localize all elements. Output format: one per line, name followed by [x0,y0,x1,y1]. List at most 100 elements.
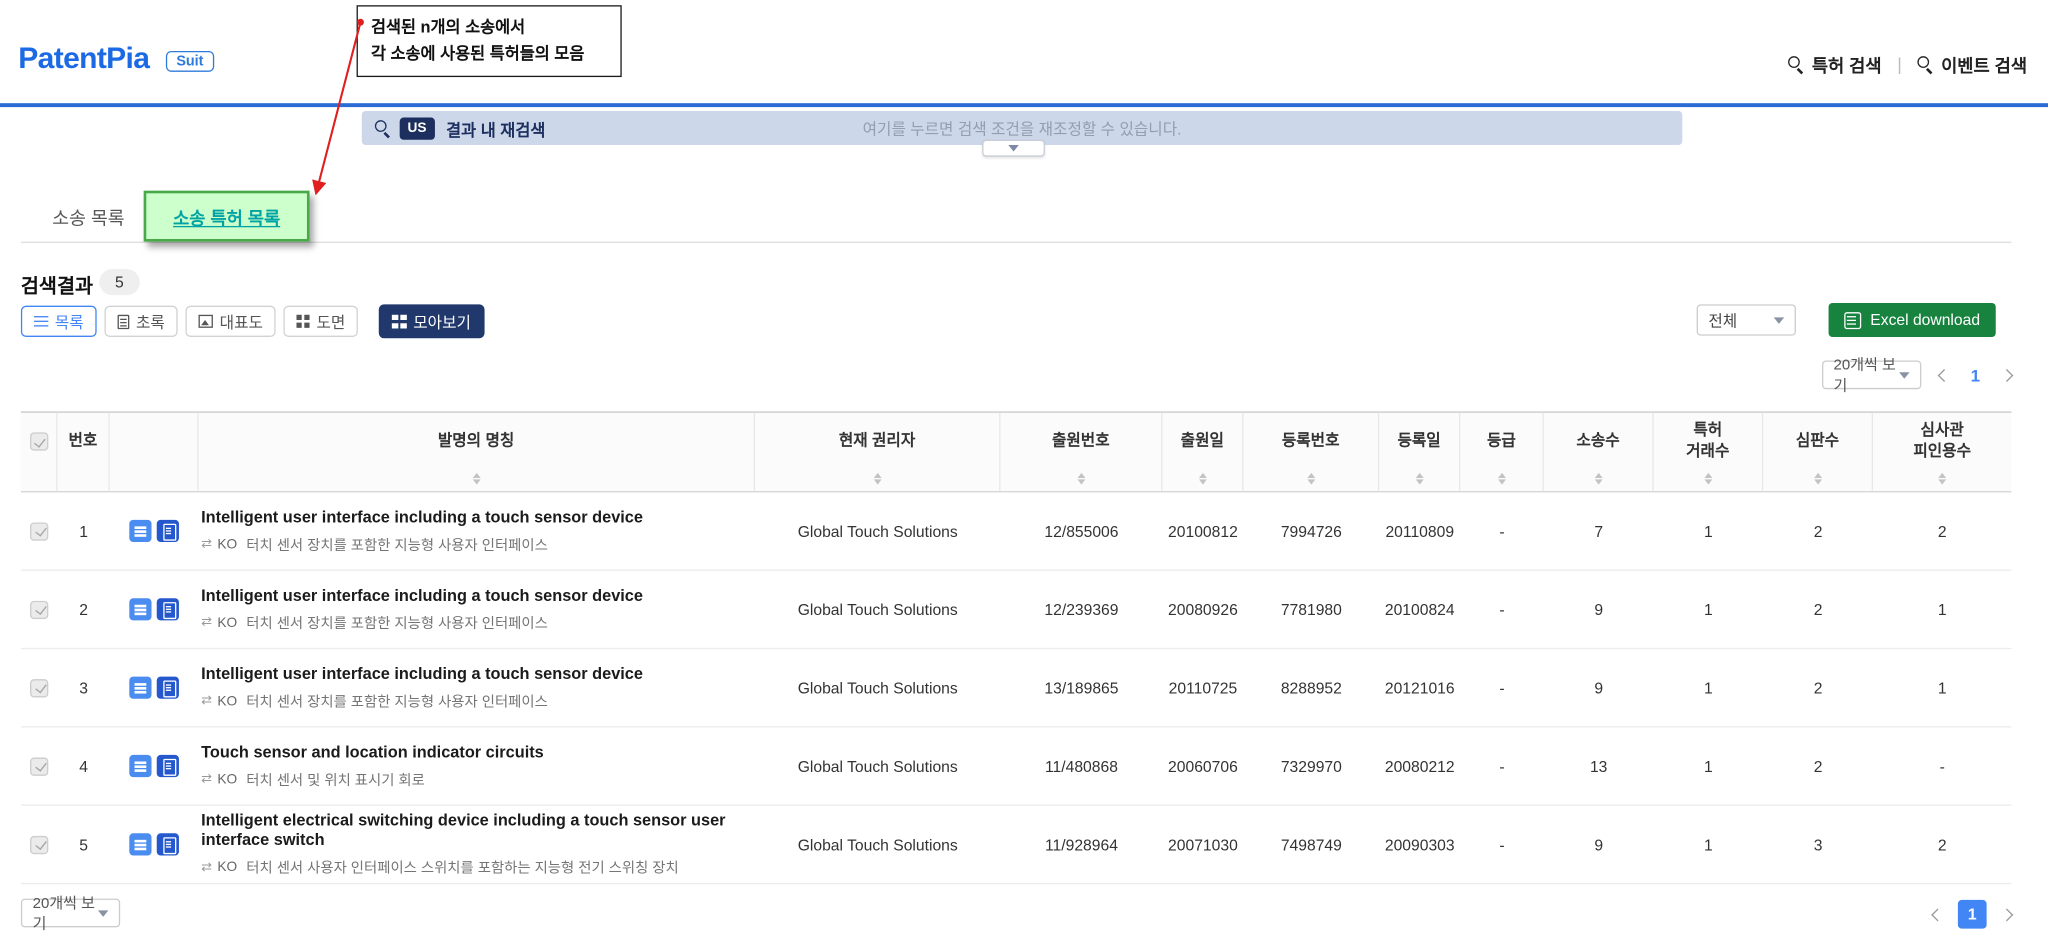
prev-page-icon[interactable] [1931,907,1945,921]
cell-reg-date: 20080212 [1384,756,1455,776]
patent-file-icon[interactable] [156,676,179,699]
row-checkbox[interactable] [30,521,49,541]
select-all-checkbox[interactable] [29,432,48,451]
sort-icon[interactable] [1307,472,1315,484]
table-row: 5 Intelligent electrical switching devic… [20,806,2012,885]
patent-file-icon[interactable] [156,598,179,621]
table-row: 3 Intelligent user interface including a… [20,649,2012,728]
active-tab-highlight[interactable]: 소송 특허 목록 [143,190,310,242]
cell-citations: - [1939,756,1945,776]
header-app-date-label: 출원일 [1180,431,1224,450]
next-page-icon[interactable] [2000,907,2014,921]
cell-reg-no: 7329970 [1280,756,1342,776]
patent-title-link[interactable]: Intelligent user interface including a t… [201,586,643,606]
header-cell-citations: 심사관 피인용수 [1873,413,2011,491]
patent-doc-icon[interactable] [129,754,152,778]
sort-icon[interactable] [1415,472,1423,484]
sort-icon[interactable] [1198,472,1206,484]
cell-checkbox [21,521,58,541]
row-checkbox[interactable] [30,678,49,697]
page: PatentPia Suit 특허 검색 | 이벤트 검색 US 결과 내 재검… [0,0,2048,946]
cell-title: Intelligent electrical switching device … [199,811,755,878]
nav-patent-search[interactable]: 특허 검색 [1788,51,1882,77]
page-number[interactable]: 1 [1967,365,1984,385]
ko-lang-badge: KO [217,771,238,787]
sort-icon[interactable] [1594,472,1602,484]
page-size-select[interactable]: 20개씩 보기 [1821,358,1921,394]
patent-doc-icon[interactable] [129,676,152,699]
patent-title-link[interactable]: Intelligent user interface including a t… [201,507,643,527]
cell-citations: 2 [1937,835,1947,854]
tab-suit-patent-list[interactable]: 소송 특허 목록 [173,203,280,229]
results-count-badge: 5 [99,269,140,296]
sort-icon[interactable] [1497,472,1505,484]
cell-checkbox [21,600,58,619]
header-cell-reg-no: 등록번호 [1243,412,1380,492]
patent-file-icon[interactable] [156,754,179,778]
view-abstract-button[interactable]: 초록 [104,305,178,337]
header-cell-checkbox [21,412,58,492]
app-logo[interactable]: PatentPia [18,40,150,75]
cell-suits: 9 [1594,835,1604,854]
page-size-select[interactable]: 20개씩 보기 [20,896,121,933]
cell-citations: 1 [1937,600,1947,619]
table-row: 2 Intelligent user interface including a… [20,571,2012,650]
patent-title-ko: 터치 센서 장치를 포함한 지능형 사용자 인터페이스 [246,537,548,554]
ko-lang-badge: KO [217,692,238,709]
search-icon [374,120,391,136]
page-number[interactable]: 1 [1957,899,1987,929]
table-row: 1 Intelligent user interface including a… [20,492,2012,571]
cell-title: Intelligent user interface including a t… [199,586,755,633]
patent-file-icon[interactable] [156,833,179,856]
cell-deals: 1 [1704,678,1713,697]
cell-no: 5 [79,835,88,854]
patent-title-ko: 터치 센서 장치를 포함한 지능형 사용자 인터페이스 [246,615,548,632]
sort-icon[interactable] [1938,472,1946,484]
next-page-icon[interactable] [2000,368,2014,382]
cell-trials: 2 [1813,600,1823,619]
row-checkbox[interactable] [30,835,49,854]
row-checkbox[interactable] [30,756,49,776]
excel-download-button[interactable]: Excel download [1828,303,1996,337]
sort-icon[interactable] [1077,472,1085,484]
sort-icon[interactable] [1704,472,1712,484]
header-app-no-label: 출원번호 [1051,431,1110,450]
patent-title-ko: 터치 센서 및 위치 표시기 회로 [246,772,425,789]
cell-suits: 9 [1594,678,1604,697]
patent-file-icon[interactable] [156,519,179,543]
patent-title-link[interactable]: Touch sensor and location indicator circ… [201,743,544,763]
view-list-button[interactable]: 목록 [20,305,97,337]
tab-suit-list[interactable]: 소송 목록 [52,205,124,231]
header-cell-reg-date: 등록일 [1379,412,1461,492]
search-panel-toggle[interactable] [982,139,1045,157]
cell-reg-date: 20110809 [1385,521,1455,541]
patent-doc-icon[interactable] [129,598,152,621]
patent-title-link[interactable]: Intelligent user interface including a t… [201,664,643,684]
patent-title-link[interactable]: Intelligent electrical switching device … [201,811,747,850]
cell-icons [110,519,199,543]
patent-doc-icon[interactable] [129,519,152,543]
prev-page-icon[interactable] [1937,368,1951,382]
header-cell-suits: 소송수 [1544,412,1654,492]
collect-view-button[interactable]: 모아보기 [379,304,485,339]
patent-doc-icon[interactable] [129,833,152,856]
view-rep-drawing-button[interactable]: 대표도 [185,305,276,337]
annotation-note: 검색된 n개의 소송에서 각 소송에 사용된 특허들의 모음 [356,5,622,78]
cell-app-date: 20080926 [1168,600,1238,619]
header-cell-grade: 등급 [1460,412,1544,492]
sort-icon[interactable] [1814,472,1822,484]
cell-icons [110,833,199,856]
sort-icon[interactable] [873,472,881,484]
patent-title-sub: ⇄ KO 터치 센서 장치를 포함한 지능형 사용자 인터페이스 [201,612,548,633]
sort-icon[interactable] [472,472,480,484]
patent-title-sub: ⇄ KO 터치 센서 장치를 포함한 지능형 사용자 인터페이스 [201,534,548,555]
filter-select[interactable]: 전체 [1696,304,1796,336]
nav-event-search[interactable]: 이벤트 검색 [1917,51,2027,77]
row-checkbox[interactable] [30,600,49,619]
cell-trials: 2 [1813,756,1823,776]
cell-reg-no: 8288952 [1280,678,1342,697]
header-cell-app-no: 출원번호 [1000,412,1163,492]
view-drawing-button[interactable]: 도면 [283,305,359,337]
header-deals-label: 특허 거래수 [1686,421,1730,460]
header-holder-label: 현재 권리자 [838,431,916,450]
